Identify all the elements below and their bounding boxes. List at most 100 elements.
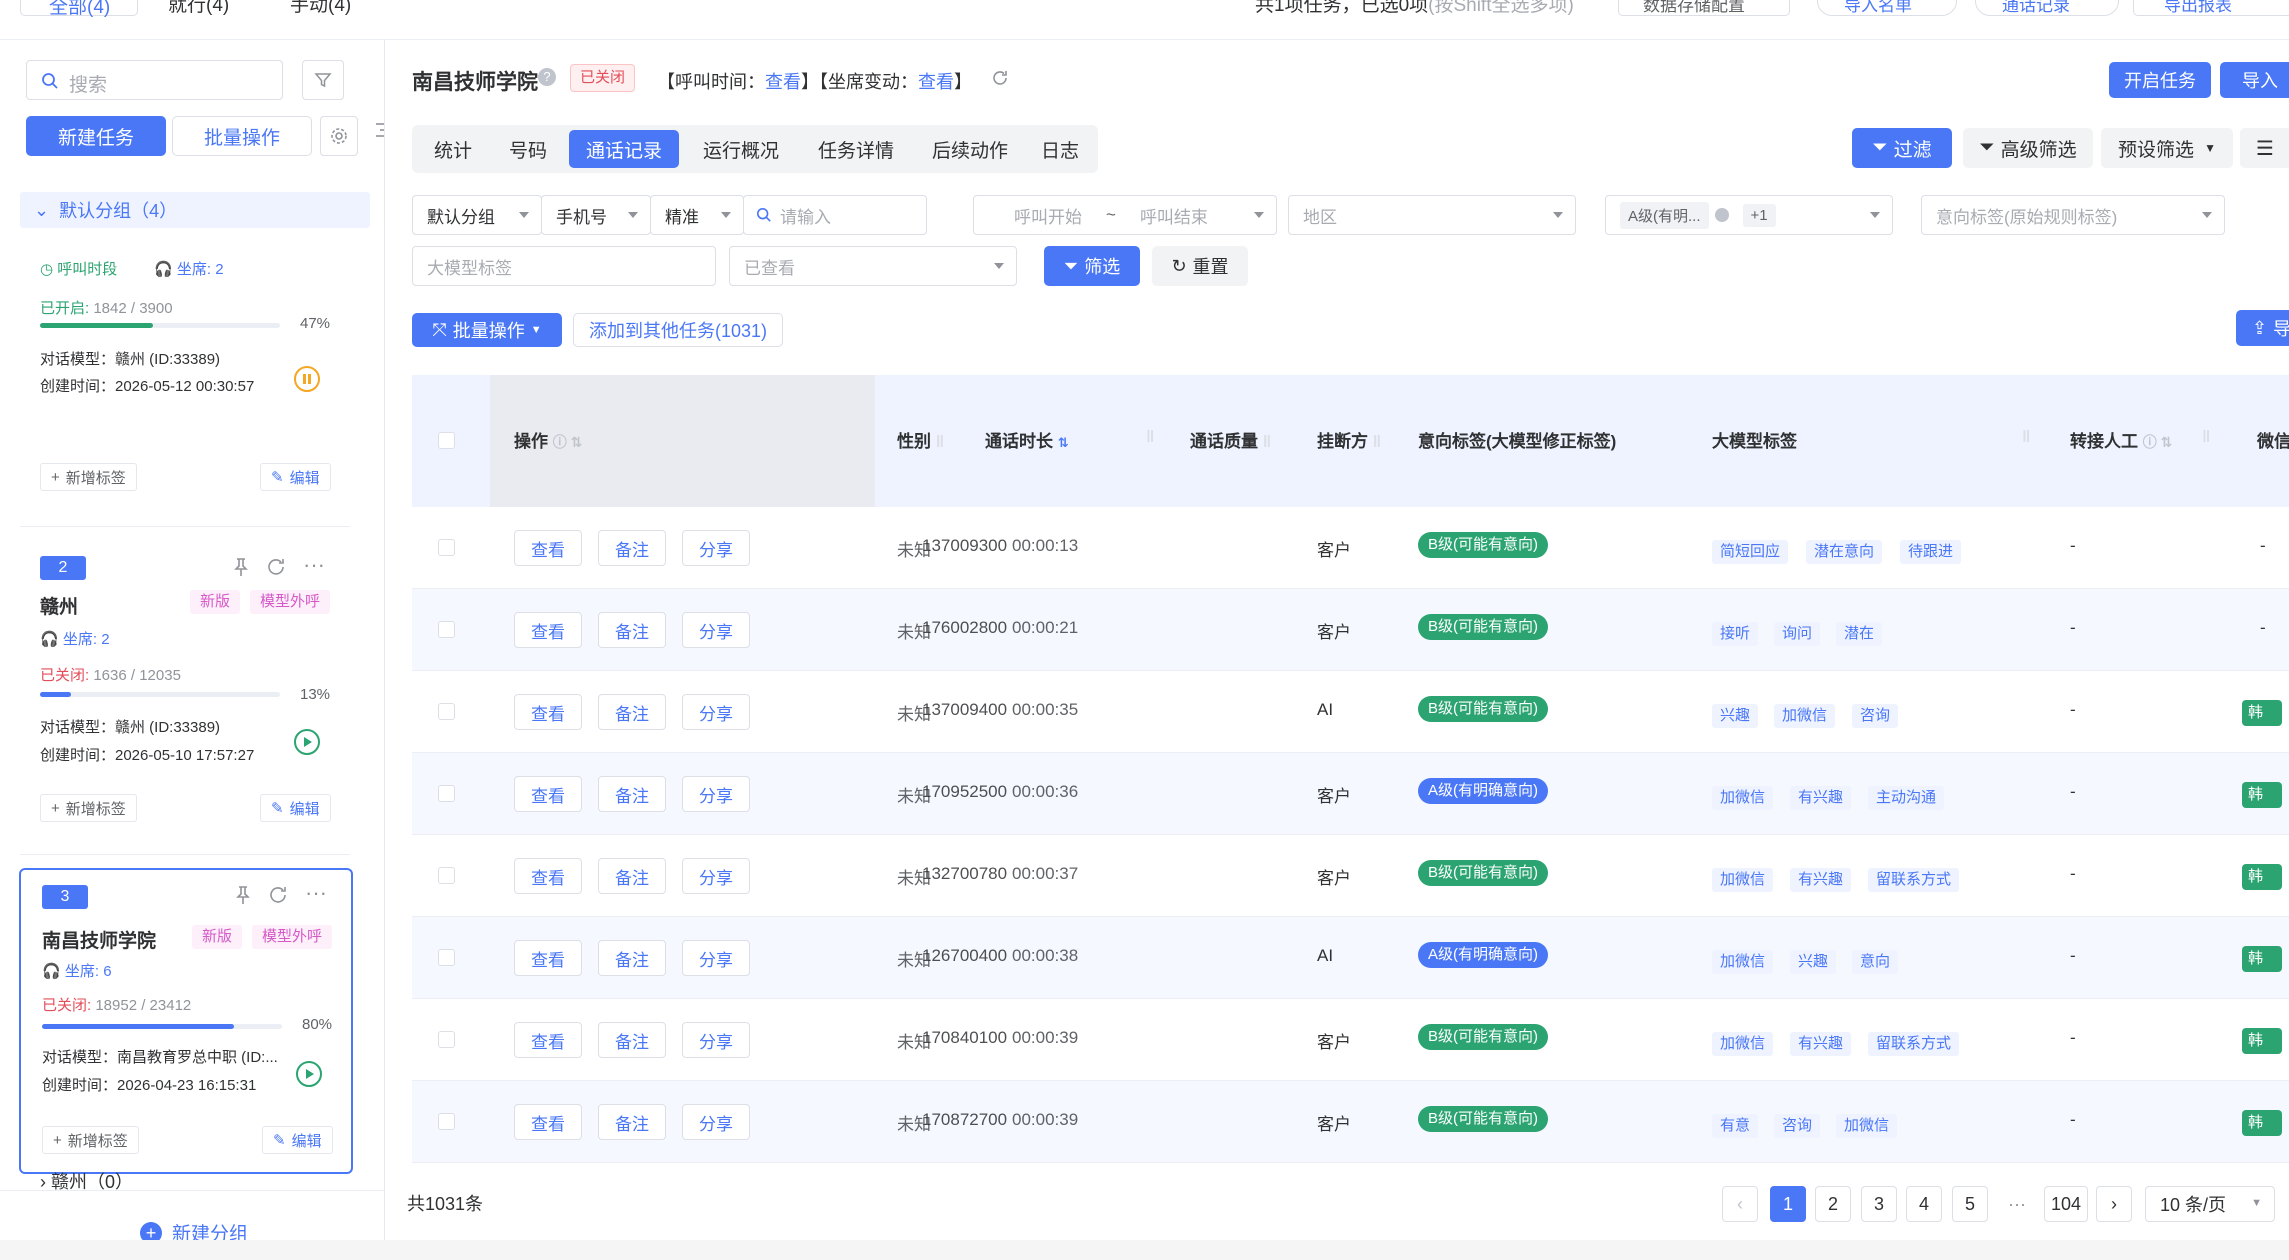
col-duration[interactable]: 通话时长 ⇅ [985, 427, 1069, 452]
page-button[interactable]: 1 [1770, 1186, 1806, 1222]
prev-page-button[interactable]: ‹ [1722, 1186, 1758, 1222]
next-page-button[interactable]: › [2096, 1186, 2132, 1222]
tab-all[interactable]: 全部(4) [20, 0, 138, 18]
edit-button[interactable]: ✎ 编辑 [260, 463, 331, 491]
share-button[interactable]: 分享 [682, 694, 750, 730]
pause-icon[interactable] [293, 365, 321, 393]
phone-search-input[interactable]: 请输入 [743, 195, 927, 235]
view-button[interactable]: 查看 [514, 612, 582, 648]
phone-cell[interactable]: 176002800 [922, 618, 1007, 638]
share-button[interactable]: 分享 [682, 776, 750, 812]
share-button[interactable]: 分享 [682, 940, 750, 976]
row-checkbox[interactable] [438, 539, 455, 556]
page-ellipsis[interactable]: ··· [1999, 1186, 2035, 1222]
add-tag-button[interactable]: + 新增标签 [42, 1126, 139, 1154]
page-button[interactable]: 3 [1861, 1186, 1897, 1222]
tab-stats[interactable]: 统计 [418, 130, 488, 168]
viewed-select[interactable]: 已查看 [729, 246, 1017, 286]
add-tag-button[interactable]: + 新增标签 [40, 463, 137, 491]
play-icon[interactable] [295, 1060, 323, 1088]
edit-button[interactable]: ✎ 编辑 [262, 1126, 333, 1154]
call-records-button[interactable]: 通话记录 [1975, 0, 2119, 16]
play-icon[interactable] [293, 728, 321, 756]
row-checkbox[interactable] [438, 949, 455, 966]
settings-button[interactable] [320, 116, 358, 156]
batch-operation-button[interactable]: 批量操作 [172, 116, 312, 156]
llm-tag-input[interactable]: 大模型标签 [412, 246, 716, 286]
phone-cell[interactable]: 137009400 [922, 700, 1007, 720]
task-card-3-selected[interactable]: 3 ··· 南昌技师学院 新版 模型外呼 🎧 坐席: 6 已关闭: 18952 … [19, 868, 353, 1174]
row-checkbox[interactable] [438, 703, 455, 720]
row-checkbox[interactable] [438, 1031, 455, 1048]
call-time-link[interactable]: 查看 [765, 72, 801, 92]
note-button[interactable]: 备注 [598, 1104, 666, 1140]
level-multi-select[interactable]: A级(有明... +1 [1605, 195, 1893, 235]
col-operation[interactable]: 操作 ⓘ ⇅ [514, 427, 582, 452]
match-mode-select[interactable]: 精准 [650, 195, 744, 235]
filter-button[interactable] [302, 60, 344, 100]
pin-icon[interactable] [232, 884, 254, 906]
page-button[interactable]: 104 [2044, 1186, 2088, 1222]
view-button[interactable]: 查看 [514, 1022, 582, 1058]
add-to-other-task-button[interactable]: 添加到其他任务(1031) [573, 313, 783, 347]
view-button[interactable]: 查看 [514, 694, 582, 730]
share-button[interactable]: 分享 [682, 1104, 750, 1140]
select-all-checkbox[interactable] [438, 432, 455, 449]
phone-cell[interactable]: 170872700 [922, 1110, 1007, 1130]
view-button[interactable]: 查看 [514, 858, 582, 894]
task-card-1[interactable]: ◷ 呼叫时段 🎧 坐席: 2 已开启: 1842 / 3900 47% 对话模型… [20, 245, 350, 515]
note-button[interactable]: 备注 [598, 940, 666, 976]
refresh-icon[interactable] [267, 884, 289, 906]
import-list-button[interactable]: 导入名单 [1817, 0, 1957, 16]
import-button[interactable]: 导入 [2220, 62, 2289, 98]
reset-button[interactable]: ↻ 重置 [1152, 246, 1248, 286]
data-storage-button[interactable]: 数据存储配置 [1618, 0, 1790, 16]
export-report-button[interactable]: 导出报表 [2133, 0, 2289, 16]
call-time-range[interactable]: 呼叫开始 ~ 呼叫结束 [973, 195, 1277, 235]
group-default[interactable]: ⌄ 默认分组（4） [20, 192, 370, 228]
tab-call-records[interactable]: 通话记录 [569, 130, 679, 168]
more-icon[interactable]: ··· [303, 552, 325, 578]
advanced-filter-button[interactable]: ⏷ 高级筛选 [1963, 128, 2093, 168]
edit-button[interactable]: ✎ 编辑 [260, 794, 331, 822]
pin-icon[interactable] [230, 556, 252, 578]
column-settings-button[interactable]: ☰ [2240, 128, 2289, 168]
task-card-2[interactable]: 2 ··· 赣州 新版 模型外呼 🎧 坐席: 2 已关闭: 1636 / 120… [20, 546, 350, 836]
note-button[interactable]: 备注 [598, 530, 666, 566]
page-button[interactable]: 5 [1952, 1186, 1988, 1222]
new-task-button[interactable]: 新建任务 [26, 116, 166, 156]
view-button[interactable]: 查看 [514, 940, 582, 976]
phone-cell[interactable]: 170840100 [922, 1028, 1007, 1048]
view-button[interactable]: 查看 [514, 1104, 582, 1140]
tab-run-overview[interactable]: 运行概况 [686, 130, 796, 168]
phone-cell[interactable]: 126700400 [922, 946, 1007, 966]
tab-log[interactable]: 日志 [1027, 130, 1093, 168]
note-button[interactable]: 备注 [598, 858, 666, 894]
row-checkbox[interactable] [438, 785, 455, 802]
row-checkbox[interactable] [438, 1113, 455, 1130]
bottom-scrollbar[interactable] [0, 1240, 2289, 1260]
page-button[interactable]: 4 [1906, 1186, 1942, 1222]
view-button[interactable]: 查看 [514, 530, 582, 566]
page-button[interactable]: 2 [1815, 1186, 1851, 1222]
view-button[interactable]: 查看 [514, 776, 582, 812]
intent-tag-select[interactable]: 意向标签(原始规则标签) [1921, 195, 2225, 235]
phone-cell[interactable]: 132700780 [922, 864, 1007, 884]
search-button[interactable]: ⏷ 筛选 [1044, 246, 1140, 286]
more-icon[interactable]: ··· [305, 880, 327, 906]
share-button[interactable]: 分享 [682, 1022, 750, 1058]
collapse-sidebar-icon[interactable] [374, 118, 385, 142]
batch-operation-dropdown[interactable]: ⤧ 批量操作 ▼ [412, 313, 562, 347]
refresh-icon[interactable] [990, 68, 1010, 88]
close-icon[interactable] [1714, 208, 1729, 222]
phone-type-select[interactable]: 手机号 [541, 195, 651, 235]
note-button[interactable]: 备注 [598, 1022, 666, 1058]
page-size-select[interactable]: 10 条/页 ▼ [2145, 1186, 2275, 1222]
preset-filter-dropdown[interactable]: 预设筛选 ▼ [2101, 128, 2233, 168]
filter-toggle-button[interactable]: ⏷ 过滤 [1852, 128, 1952, 168]
refresh-icon[interactable] [265, 556, 287, 578]
tab-manual[interactable]: 手动(4) [290, 0, 351, 17]
col-transfer[interactable]: 转接人工 ⓘ ⇅ [2070, 427, 2172, 452]
add-tag-button[interactable]: + 新增标签 [40, 794, 137, 822]
tab-follow-up[interactable]: 后续动作 [915, 130, 1025, 168]
